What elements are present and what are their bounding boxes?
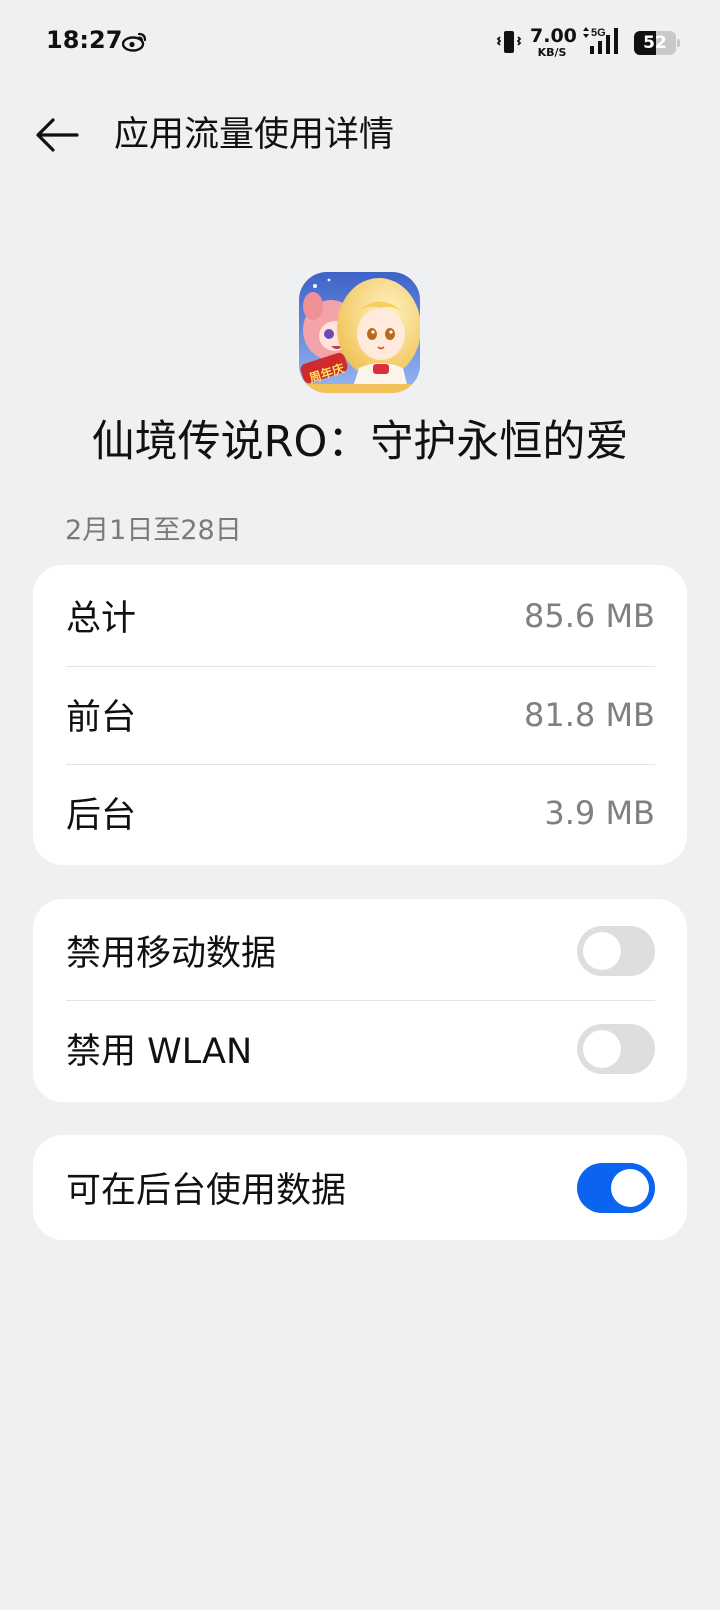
weibo-icon (122, 32, 147, 52)
usage-label: 前台 (66, 698, 137, 738)
status-time: 18:27 (46, 26, 123, 54)
date-range: 2月1日至28日 (65, 515, 242, 546)
background-data-label: 可在后台使用数据 (66, 1171, 347, 1211)
disable-mobile-data-label: 禁用移动数据 (66, 934, 277, 974)
back-arrow-icon (36, 118, 79, 152)
toggle-knob (583, 1029, 621, 1068)
disable-wlan-label: 禁用 WLAN (66, 1032, 253, 1072)
back-button[interactable] (30, 108, 84, 162)
status-bar: 18:27 7.00 KB/S 5G 52 (0, 0, 720, 86)
usage-card: 总计 85.6 MB 前台 81.8 MB 后台 3.9 MB (33, 565, 687, 865)
page-title: 应用流量使用详情 (114, 115, 395, 155)
network-speed-value: 7.00 (530, 25, 577, 47)
app-icon: 周年庆 (299, 272, 420, 393)
usage-row-foreground: 前台 81.8 MB (66, 666, 655, 763)
restrictions-card: 禁用移动数据 禁用 WLAN (33, 899, 687, 1102)
usage-row-background: 后台 3.9 MB (66, 764, 655, 861)
disable-wlan-toggle[interactable] (577, 1023, 655, 1074)
battery-icon: 52 (634, 31, 680, 55)
usage-label: 总计 (66, 599, 137, 639)
usage-value: 85.6 MB (524, 596, 655, 635)
usage-row-total: 总计 85.6 MB (66, 567, 655, 664)
app-name: 仙境传说RO：守护永恒的爱 (91, 417, 629, 467)
toggle-knob (583, 931, 621, 970)
battery-level: 52 (643, 33, 667, 53)
disable-mobile-data-toggle[interactable] (577, 925, 655, 976)
network-speed-unit: KB/S (537, 46, 567, 59)
vibrate-icon (496, 31, 522, 53)
disable-mobile-data-row[interactable]: 禁用移动数据 (66, 902, 655, 999)
background-data-card: 可在后台使用数据 (33, 1135, 687, 1240)
usage-value: 81.8 MB (524, 695, 655, 734)
disable-wlan-row[interactable]: 禁用 WLAN (66, 1000, 655, 1097)
background-data-toggle[interactable] (577, 1162, 655, 1213)
network-speed: 7.00 KB/S (530, 25, 577, 59)
usage-value: 3.9 MB (544, 793, 655, 832)
toggle-knob (611, 1168, 649, 1207)
network-type-label: 5G (591, 27, 606, 39)
usage-label: 后台 (66, 796, 137, 836)
signal-icon: 5G (583, 27, 618, 54)
background-data-row[interactable]: 可在后台使用数据 (66, 1139, 655, 1236)
